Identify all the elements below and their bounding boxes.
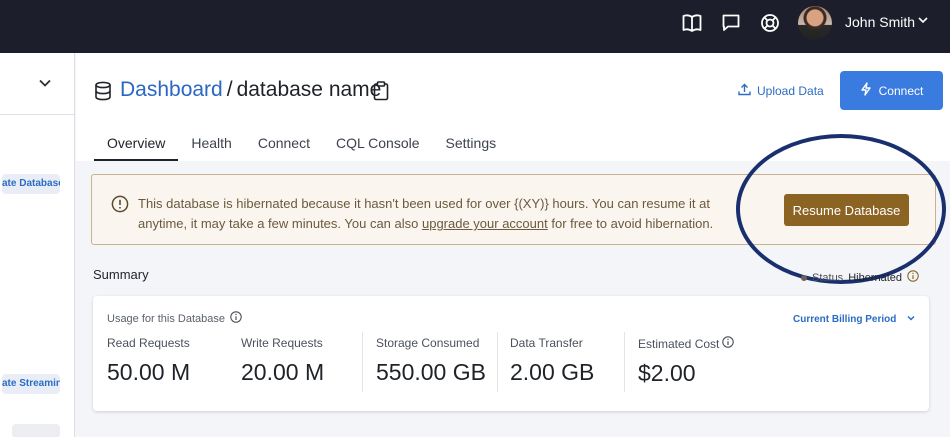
metric-value: 50.00 M <box>107 359 191 385</box>
metric-divider <box>624 332 625 392</box>
upload-icon <box>738 83 751 99</box>
connect-button[interactable]: Connect <box>840 71 943 110</box>
chevron-down-icon[interactable] <box>916 13 930 27</box>
metric-label: Read Requests <box>107 336 190 350</box>
metric-value: $2.00 <box>638 360 696 386</box>
tab-health[interactable]: Health <box>178 131 244 161</box>
clipboard-icon[interactable] <box>373 81 389 101</box>
metric-divider <box>362 332 363 392</box>
tab-overview[interactable]: Overview <box>94 131 179 161</box>
metric-storage-consumed: Storage Consumed 550.00 GB <box>376 336 486 386</box>
metric-value: 2.00 GB <box>510 359 595 385</box>
warning-icon <box>111 195 129 213</box>
sidebar-item[interactable] <box>12 424 60 437</box>
status-value: Hibernated <box>848 271 903 284</box>
upload-data-button[interactable]: Upload Data <box>738 83 824 99</box>
create-streaming-button[interactable]: ate Streaming <box>2 374 60 394</box>
connect-label: Connect <box>878 83 924 98</box>
info-icon[interactable] <box>722 336 735 351</box>
sidebar-divider <box>0 114 75 115</box>
breadcrumb: Dashboard / database name <box>120 78 381 102</box>
chat-icon[interactable] <box>720 12 742 34</box>
hibernation-message: This database is hibernated because it h… <box>138 194 738 234</box>
info-icon[interactable] <box>230 311 242 326</box>
chevron-down-icon[interactable] <box>37 75 53 91</box>
bolt-icon <box>860 82 872 99</box>
tab-connect[interactable]: Connect <box>245 131 323 161</box>
metric-label: Write Requests <box>241 336 323 350</box>
usage-label: Usage for this Database <box>107 312 226 325</box>
chevron-down-icon <box>906 313 916 326</box>
user-name[interactable]: John Smith <box>845 14 915 30</box>
summary-heading: Summary <box>93 267 149 282</box>
metric-value: 20.00 M <box>241 359 325 385</box>
usage-card: Usage for this Database Current Billing … <box>93 296 929 411</box>
metric-read-requests: Read Requests 50.00 M <box>107 336 190 386</box>
top-navigation-bar: John Smith <box>0 0 950 53</box>
metric-label: Storage Consumed <box>376 336 480 350</box>
usage-heading: Usage for this Database <box>107 311 242 326</box>
metric-label: Estimated Cost <box>638 336 720 351</box>
page-title: database name <box>236 78 382 101</box>
metric-label: Data Transfer <box>510 336 583 350</box>
tab-bar: Overview Health Connect CQL Console Sett… <box>94 131 509 161</box>
billing-period-dropdown[interactable]: Current Billing Period <box>793 313 916 326</box>
metric-label-row: Estimated Cost <box>638 336 735 351</box>
upgrade-account-link[interactable]: upgrade your account <box>422 216 548 231</box>
metric-write-requests: Write Requests 20.00 M <box>241 336 324 386</box>
resume-database-button[interactable]: Resume Database <box>784 194 909 226</box>
status-dot <box>801 274 807 281</box>
upload-data-label: Upload Data <box>757 84 824 98</box>
status-label: Status <box>812 271 844 284</box>
status-badge: Status Hibernated <box>801 270 919 285</box>
tab-settings[interactable]: Settings <box>433 131 510 161</box>
billing-period-label: Current Billing Period <box>793 314 897 325</box>
help-lifebuoy-icon[interactable] <box>759 12 781 34</box>
metric-value: 550.00 GB <box>376 359 486 385</box>
metric-data-transfer: Data Transfer 2.00 GB <box>510 336 594 386</box>
info-icon[interactable] <box>907 270 919 285</box>
sidebar: ate Database ate Streaming <box>0 53 75 437</box>
avatar[interactable] <box>798 6 832 40</box>
tab-cql-console[interactable]: CQL Console <box>323 131 433 161</box>
book-icon[interactable] <box>681 12 703 34</box>
metric-estimated-cost: Estimated Cost $2.00 <box>638 336 735 387</box>
create-database-button[interactable]: ate Database <box>2 174 60 194</box>
page-header: Dashboard / database name Upload Data Conn… <box>76 53 950 161</box>
metric-divider <box>497 332 498 392</box>
breadcrumb-dashboard-link[interactable]: Dashboard <box>120 78 223 101</box>
database-icon <box>94 81 112 101</box>
breadcrumb-separator: / <box>226 78 233 101</box>
hibernation-message-end: for free to avoid hibernation. <box>547 216 714 231</box>
